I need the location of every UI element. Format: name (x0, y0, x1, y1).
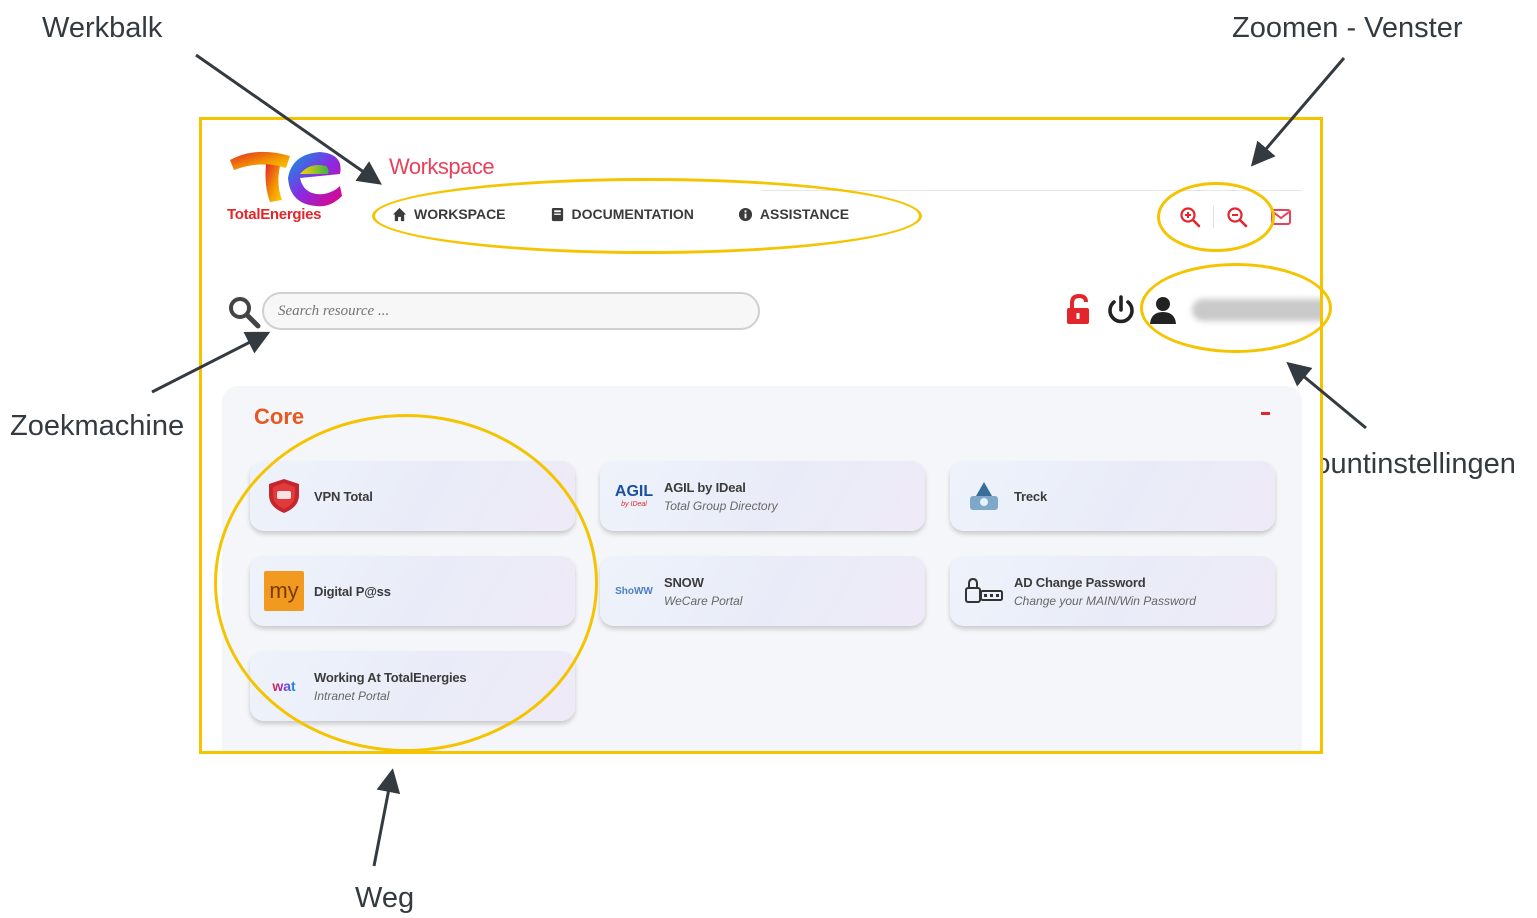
card-subtitle: Intranet Portal (314, 688, 390, 703)
core-section: Core VPN Total AGIL by IDeal AGIL by IDe… (222, 386, 1302, 751)
home-icon (392, 207, 407, 221)
card-subtitle: Total Group Directory (664, 498, 778, 513)
card-title: Digital P@ss (314, 583, 391, 599)
brand-name: TotalEnergies (227, 206, 322, 223)
card-vpn-total[interactable]: VPN Total (250, 461, 575, 531)
snow-logo: ShoWW (615, 585, 653, 597)
card-title: SNOW (664, 574, 704, 590)
toolbar-nav: WORKSPACE DOCUMENTATION ASSISTANCE (392, 206, 849, 222)
callout-weg: Weg (355, 882, 415, 914)
info-icon (738, 207, 752, 221)
search-icon[interactable] (226, 294, 262, 330)
card-title: Treck (1014, 488, 1047, 504)
zoom-in-icon (1180, 207, 1201, 228)
card-digital-pass[interactable]: my Digital P@ss (250, 556, 575, 626)
section-title: Core (254, 404, 305, 429)
search-bar (222, 290, 762, 334)
callout-zoom-window: Zoomen - Venster (1232, 12, 1463, 44)
card-treck[interactable]: Treck (950, 461, 1275, 531)
arrow-weg (372, 768, 401, 867)
nav-documentation-label: DOCUMENTATION (571, 206, 694, 222)
card-subtitle: Change your MAIN/Win Password (1014, 593, 1196, 608)
vpn-shield-icon (264, 476, 304, 516)
nav-workspace-label: WORKSPACE (414, 206, 506, 222)
wat-logo: wat (272, 678, 296, 694)
account-area (1062, 288, 1320, 332)
nav-assistance-label: ASSISTANCE (759, 206, 850, 222)
callout-werkbalk: Werkbalk (42, 12, 163, 44)
card-title: VPN Total (314, 488, 373, 504)
window-tools (1177, 204, 1294, 230)
card-title: AD Change Password (1014, 574, 1146, 590)
card-agil[interactable]: AGIL by IDeal AGIL by IDeal Total Group … (600, 461, 925, 531)
zoom-out-icon (1227, 207, 1248, 228)
mail-icon (1271, 209, 1291, 225)
nav-workspace[interactable]: WORKSPACE (392, 206, 506, 222)
card-subtitle: WeCare Portal (664, 593, 743, 608)
workspace-screenshot-frame: TotalEnergies Workspace WORKSPACE DOCUME… (199, 117, 1323, 754)
zoom-in-button[interactable] (1177, 204, 1203, 230)
page-title: Workspace (389, 154, 495, 179)
mail-button[interactable] (1268, 204, 1294, 230)
book-icon (551, 207, 563, 221)
card-snow[interactable]: ShoWW SNOW WeCare Portal (600, 556, 925, 626)
account-username-blurred[interactable] (1192, 299, 1320, 321)
lock-open-icon[interactable] (1062, 293, 1096, 327)
collapse-icon[interactable] (1261, 412, 1270, 415)
my-logo: my (264, 571, 304, 611)
user-icon[interactable] (1146, 293, 1180, 327)
zoom-out-button[interactable] (1224, 204, 1250, 230)
lock-keyboard-icon (964, 571, 1004, 611)
nav-documentation[interactable]: DOCUMENTATION (550, 206, 694, 222)
card-ad-change-password[interactable]: AD Change Password Change your MAIN/Win … (950, 556, 1275, 626)
search-input[interactable] (262, 292, 760, 330)
header-divider (762, 190, 1302, 191)
power-icon[interactable] (1104, 293, 1138, 327)
tool-separator (1213, 206, 1214, 228)
card-title: AGIL by IDeal (664, 479, 746, 495)
card-working-at-totalenergies[interactable]: wat Working At TotalEnergies Intranet Po… (250, 651, 575, 721)
agil-logo: AGIL by IDeal (614, 482, 654, 508)
nav-assistance[interactable]: ASSISTANCE (738, 206, 849, 222)
treck-icon (964, 476, 1004, 516)
callout-zoekmachine: Zoekmachine (10, 410, 185, 442)
card-title: Working At TotalEnergies (314, 669, 467, 685)
